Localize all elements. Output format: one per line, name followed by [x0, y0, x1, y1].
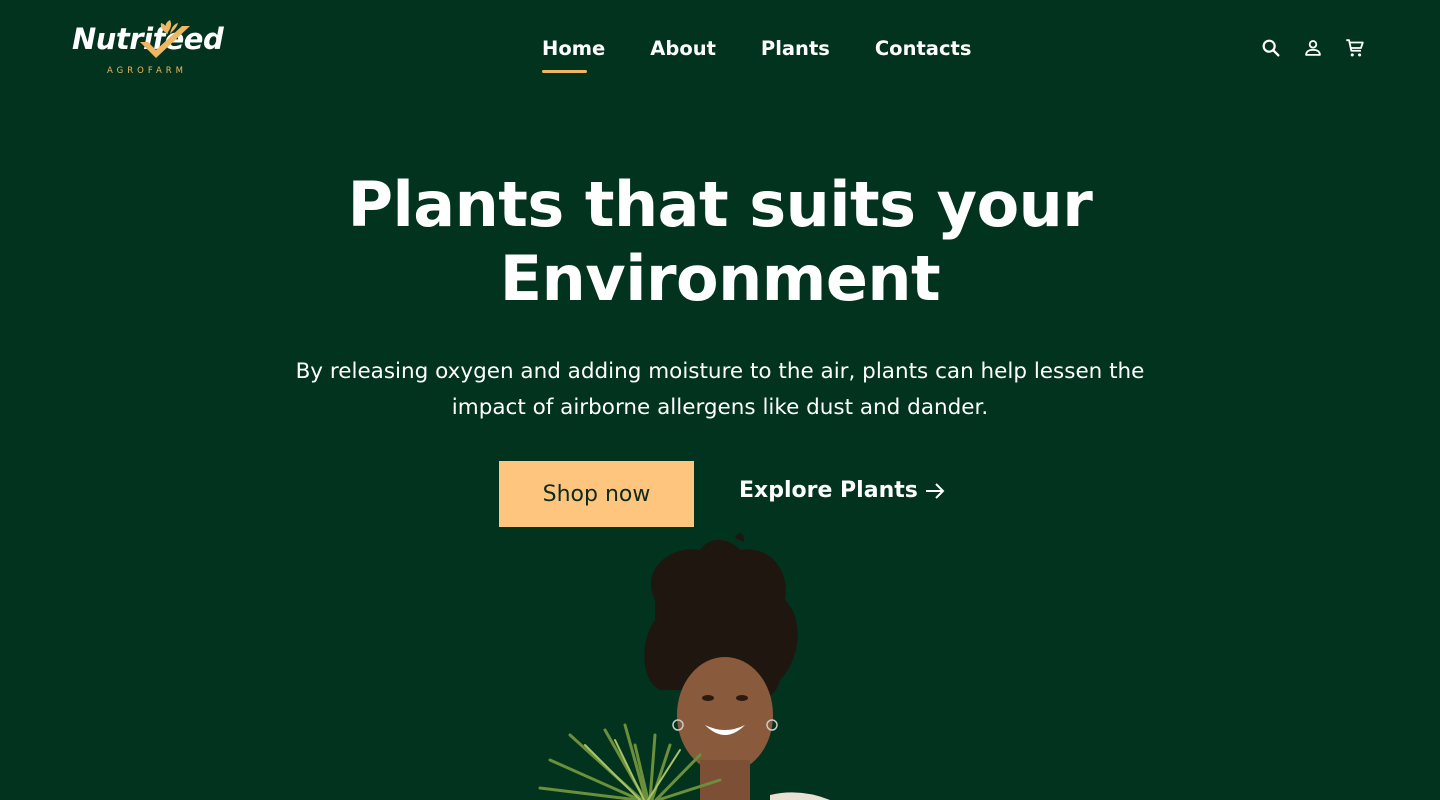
explore-plants-label: Explore Plants	[739, 478, 918, 503]
nav-item-contacts[interactable]: Contacts	[875, 37, 972, 66]
nav-item-about[interactable]: About	[650, 37, 716, 66]
hero-description: By releasing oxygen and adding moisture …	[230, 354, 1210, 426]
explore-plants-link[interactable]: Explore Plants	[739, 478, 946, 503]
hero-description-line-1: By releasing oxygen and adding moisture …	[295, 359, 1145, 384]
site-header: Nutrifeed AGROFARM Home About Plants Con…	[0, 0, 1440, 100]
main-nav: Home About Plants Contacts	[542, 37, 972, 73]
hero-title-line-1: Plants that suits your	[347, 168, 1093, 241]
cart-icon[interactable]	[1344, 37, 1366, 59]
header-actions	[1260, 37, 1366, 59]
hero-person-with-plant-image	[538, 533, 830, 800]
nav-item-home[interactable]: Home	[542, 37, 605, 73]
arrow-right-icon	[925, 482, 945, 499]
hero-title-line-2: Environment	[499, 242, 941, 315]
hero-title: Plants that suits your Environment	[0, 168, 1440, 316]
brand-tagline: AGROFARM	[107, 66, 188, 76]
user-icon[interactable]	[1302, 37, 1324, 59]
logo-check-icon	[140, 20, 190, 58]
shop-now-button[interactable]: Shop now	[499, 461, 694, 527]
brand-logo[interactable]: Nutrifeed AGROFARM	[70, 16, 245, 82]
hero-description-line-2: impact of airborne allergens like dust a…	[451, 395, 989, 420]
search-icon[interactable]	[1260, 37, 1282, 59]
nav-item-plants[interactable]: Plants	[761, 37, 830, 66]
